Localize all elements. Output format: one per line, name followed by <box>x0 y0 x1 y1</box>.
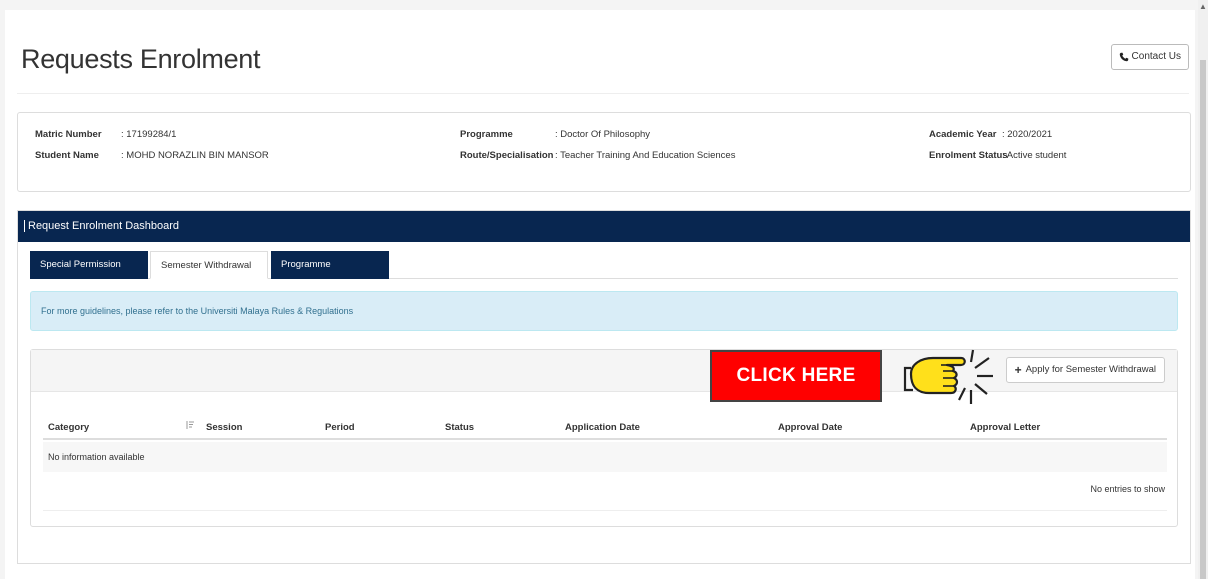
contact-us-label: Contact Us <box>1131 51 1181 62</box>
route-label: Route/Specialisation <box>460 150 554 161</box>
table-footer-divider <box>43 510 1167 511</box>
plus-icon: + <box>1014 363 1022 377</box>
programme-row: Programme : Doctor Of Philosophy <box>460 129 650 140</box>
student-name-row: Student Name : MOHD NORAZLIN BIN MANSOR <box>35 150 269 161</box>
col-session[interactable]: Session <box>206 422 242 433</box>
programme-value: : Doctor Of Philosophy <box>555 129 651 140</box>
col-period[interactable]: Period <box>325 422 355 433</box>
table-header: Category Session Period Status Applicati… <box>43 410 1167 440</box>
tab-special-permission[interactable]: Special Permission <box>30 251 148 279</box>
request-dashboard-card: Request Enrolment Dashboard Special Perm… <box>17 210 1191 564</box>
entries-info: No entries to show <box>1090 484 1165 494</box>
academic-year-label: Academic Year <box>929 129 997 140</box>
matric-label: Matric Number <box>35 129 102 140</box>
matric-row: Matric Number : 17199284/1 <box>35 129 176 140</box>
contact-us-button[interactable]: Contact Us <box>1110 44 1189 70</box>
col-status[interactable]: Status <box>445 422 474 433</box>
enrolment-status-label: Enrolment Status <box>929 150 1008 161</box>
table-row: No information available <box>43 442 1167 472</box>
phone-icon <box>1119 52 1128 62</box>
student-info-card: Matric Number : 17199284/1 Student Name : … <box>17 112 1191 192</box>
click-here-callout: CLICK HERE <box>710 350 882 402</box>
apply-semester-withdrawal-button[interactable]: + Apply for Semester Withdrawal <box>1005 357 1165 383</box>
page-header: Requests Enrolment Contact Us <box>17 40 1189 94</box>
tab-semester-withdrawal[interactable]: Semester Withdrawal <box>150 251 268 279</box>
empty-message: No information available <box>48 452 145 462</box>
dashboard-header: Request Enrolment Dashboard <box>18 211 1190 242</box>
enrolment-status-value: : Active student <box>1002 150 1067 161</box>
page-title: Requests Enrolment <box>21 44 261 74</box>
scroll-up-icon[interactable]: ▲ <box>1199 2 1207 12</box>
page-scrollbar[interactable]: ▲ <box>1198 0 1208 579</box>
academic-year-row: Academic Year : 2020/2021 <box>929 129 1052 140</box>
programme-label: Programme <box>460 129 513 140</box>
guideline-alert: For more guidelines, please refer to the… <box>30 291 1178 331</box>
academic-year-value: : 2020/2021 <box>1002 129 1053 140</box>
table-toolbar: + Apply for Semester Withdrawal <box>31 350 1177 392</box>
route-value: : Teacher Training And Education Science… <box>555 150 736 161</box>
sort-icon[interactable] <box>185 420 195 430</box>
student-name-value: : MOHD NORAZLIN BIN MANSOR <box>121 150 269 161</box>
col-approval-letter[interactable]: Approval Letter <box>970 422 1040 433</box>
dashboard-title: Request Enrolment Dashboard <box>24 220 180 232</box>
matric-value: : 17199284/1 <box>121 129 177 140</box>
withdrawal-table-card: + Apply for Semester Withdrawal CLICK HE… <box>30 349 1178 527</box>
apply-label: Apply for Semester Withdrawal <box>1025 364 1156 375</box>
enrolment-status-row: Enrolment Status: Active student <box>929 150 1066 161</box>
route-row: Route/Specialisation: Teacher Training A… <box>460 150 735 161</box>
request-tabs: Special Permission Semester Withdrawal P… <box>30 251 1178 298</box>
col-application-date[interactable]: Application Date <box>565 422 640 433</box>
student-name-label: Student Name <box>35 150 99 161</box>
col-category[interactable]: Category <box>48 422 89 433</box>
scrollbar-thumb[interactable] <box>1200 60 1206 579</box>
page-content: Requests Enrolment Contact Us Matric Num… <box>5 10 1195 579</box>
pointing-hand-icon <box>903 349 993 404</box>
guideline-text: For more guidelines, please refer to the… <box>41 306 354 316</box>
tab-programme-withdrawal[interactable]: Programme Withdrawal <box>271 251 389 298</box>
col-approval-date[interactable]: Approval Date <box>778 422 842 433</box>
